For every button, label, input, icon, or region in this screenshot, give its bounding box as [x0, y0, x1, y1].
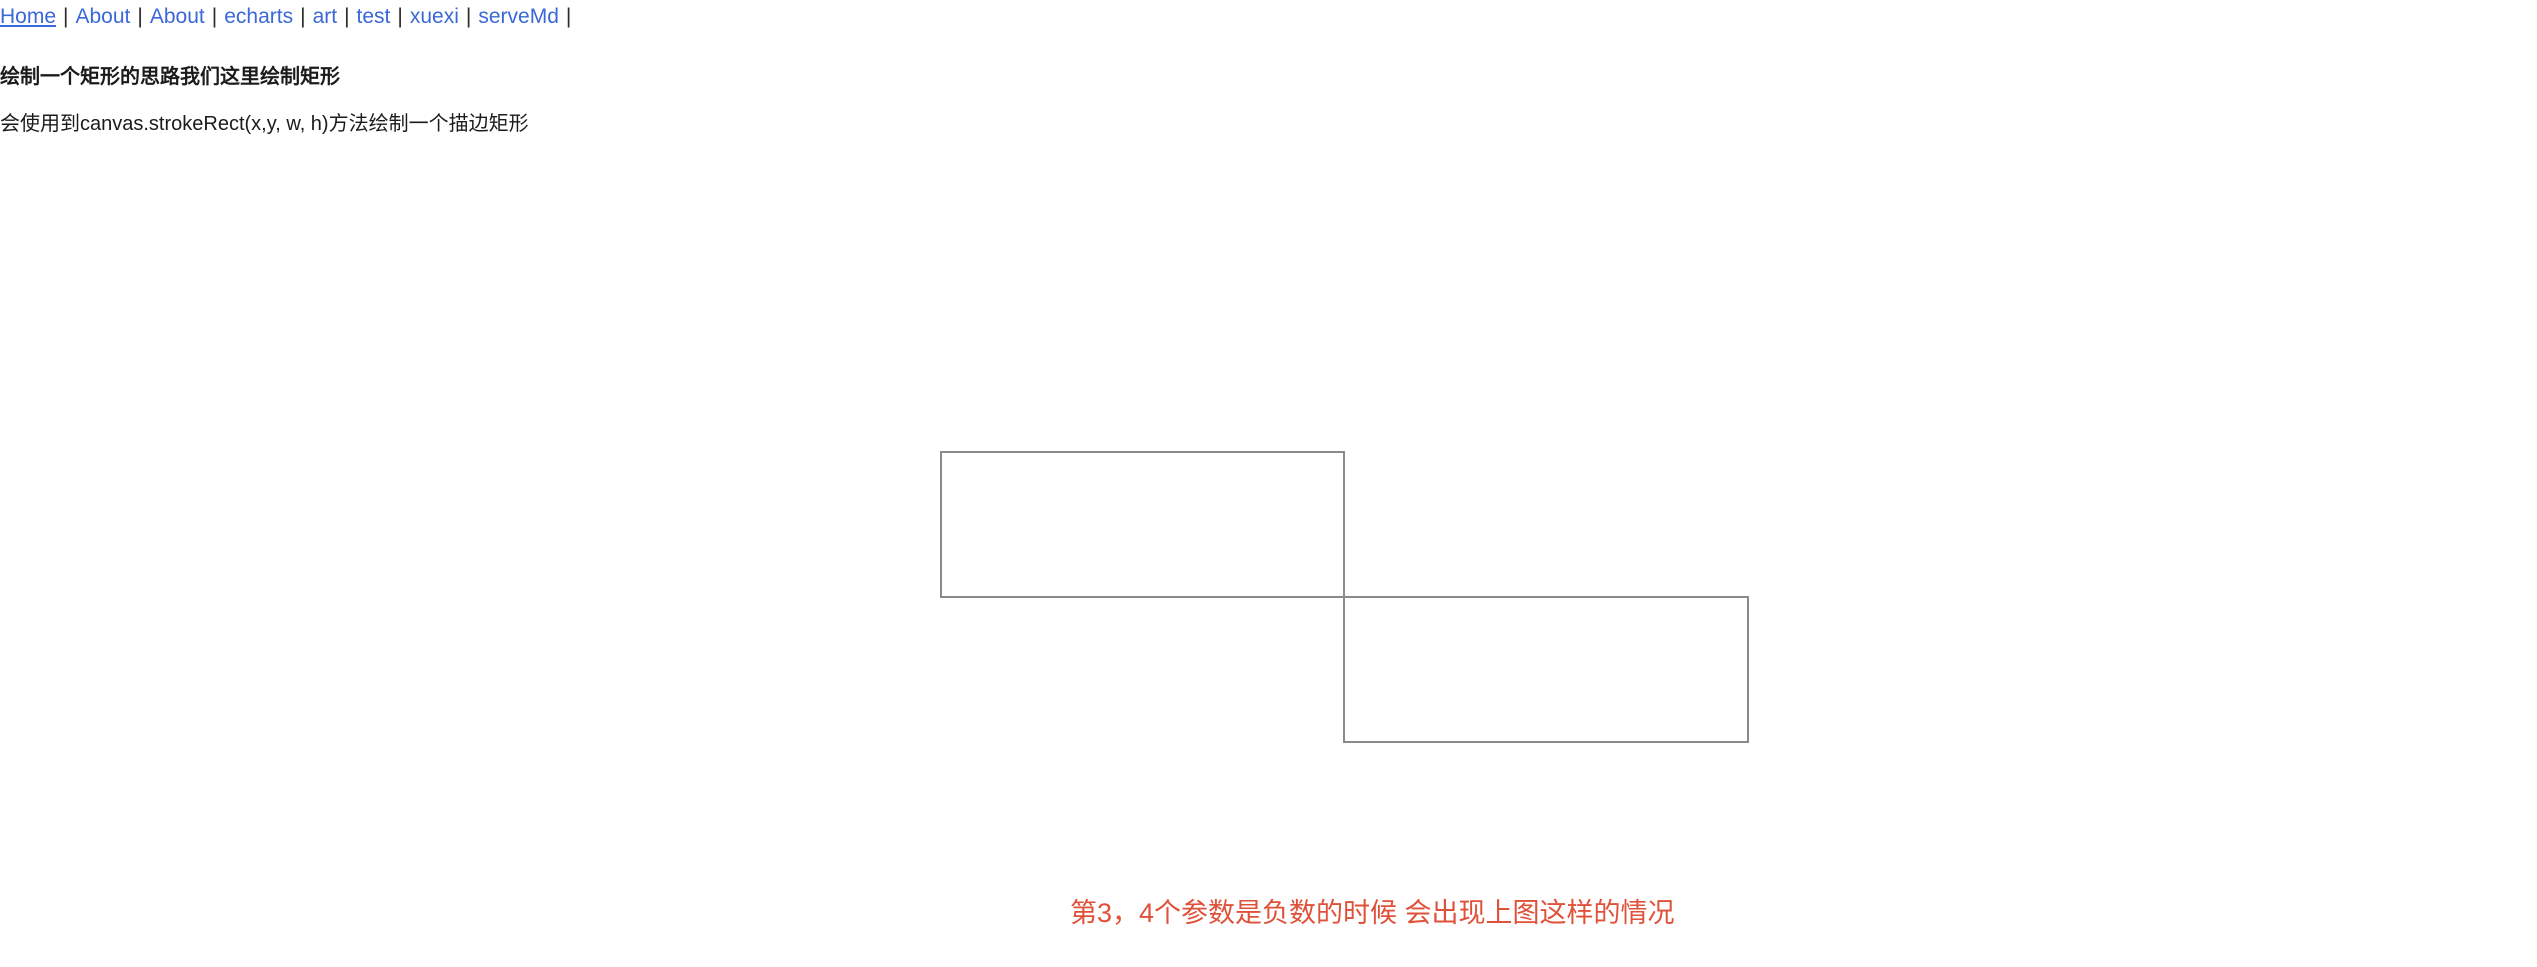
- stroked-rectangle-positive: [940, 451, 1345, 598]
- nav-separator: |: [465, 5, 472, 28]
- site-nav: Home | About | About | echarts | art | t…: [0, 6, 578, 27]
- nav-link-test[interactable]: test: [357, 6, 391, 27]
- nav-separator: |: [344, 5, 350, 28]
- nav-link-about-1[interactable]: About: [76, 6, 131, 27]
- note-caption: 第3，4个参数是负数的时候 会出现上图这样的情况: [1070, 898, 1675, 928]
- nav-separator: |: [397, 5, 403, 28]
- nav-link-echarts[interactable]: echarts: [224, 6, 293, 27]
- page-title: 绘制一个矩形的思路我们这里绘制矩形: [0, 66, 340, 88]
- nav-link-servemd[interactable]: serveMd: [478, 6, 559, 27]
- nav-separator: |: [137, 5, 143, 28]
- nav-link-home[interactable]: Home: [0, 6, 56, 27]
- nav-separator: |: [211, 5, 218, 28]
- page-description: 会使用到canvas.strokeRect(x,y, w, h)方法绘制一个描边…: [0, 113, 529, 135]
- nav-link-about-2[interactable]: About: [150, 6, 205, 27]
- drawing-canvas: [940, 451, 1749, 743]
- nav-separator: |: [63, 5, 69, 28]
- nav-link-xuexi[interactable]: xuexi: [410, 6, 459, 27]
- stroked-rectangle-negative: [1343, 596, 1749, 743]
- nav-separator-trailing: |: [565, 5, 572, 28]
- nav-separator: |: [300, 5, 306, 28]
- nav-link-art[interactable]: art: [313, 6, 338, 27]
